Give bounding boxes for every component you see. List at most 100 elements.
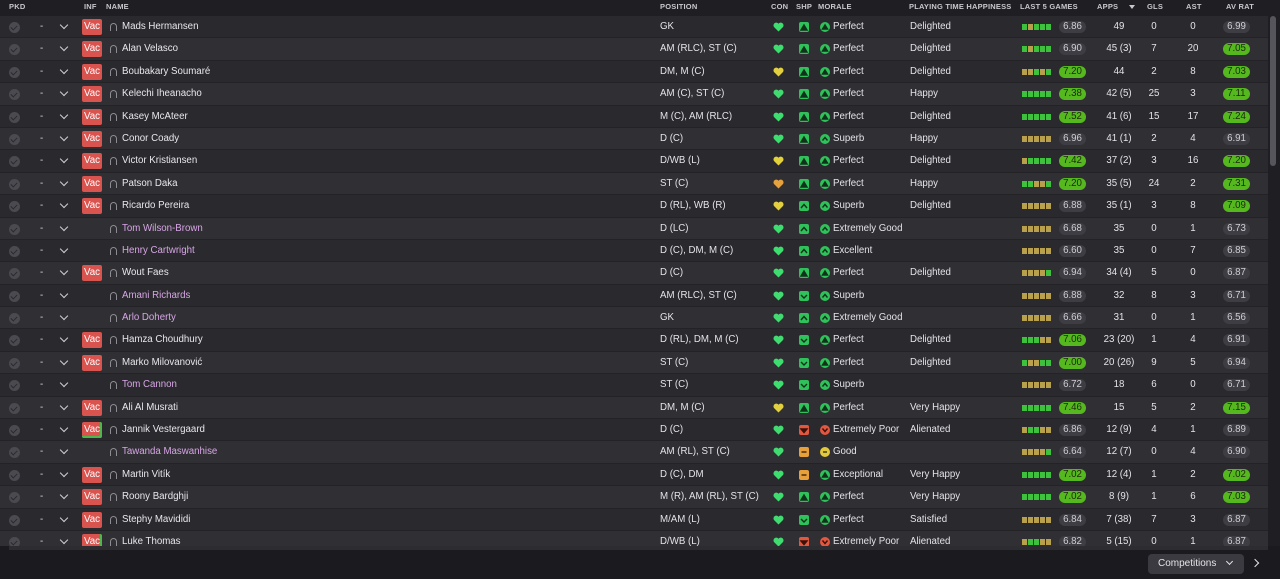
header-avrat[interactable]: AV RAT — [1226, 2, 1254, 11]
table-row[interactable]: - Vac Ricardo Pereira D (RL), WB (R) Superb D… — [0, 195, 1268, 218]
checkmark-icon[interactable] — [9, 156, 20, 168]
player-name[interactable]: Kasey McAteer — [122, 106, 188, 128]
player-name[interactable]: Tom Cannon — [122, 374, 177, 396]
horizontal-scrollbar[interactable] — [9, 546, 1268, 550]
chevron-down-icon[interactable] — [60, 135, 68, 143]
checkmark-icon[interactable] — [9, 201, 20, 213]
checkmark-icon[interactable] — [9, 402, 20, 414]
vertical-scrollbar-thumb[interactable] — [1270, 16, 1276, 166]
checkmark-icon[interactable] — [9, 178, 20, 190]
header-apps[interactable]: APPS — [1097, 2, 1118, 11]
checkmark-icon[interactable] — [9, 380, 20, 392]
table-row[interactable]: - Vac Martin Vitík D (C), DM Exceptional Very… — [0, 463, 1268, 487]
chevron-down-icon[interactable] — [60, 225, 68, 233]
header-gls[interactable]: GLS — [1147, 2, 1163, 11]
table-row[interactable]: - Vac Kelechi Iheanacho AM (C), ST (C) Perfe… — [0, 83, 1268, 106]
table-row[interactable]: - Vac Alan Velasco AM (RLC), ST (C) Perfect D… — [0, 38, 1268, 61]
player-name[interactable]: Mads Hermansen — [122, 16, 198, 38]
checkmark-icon[interactable] — [9, 335, 20, 347]
table-row[interactable]: - Vac Wout Faes D (C) Perfect Delighted 6.94 34… — [0, 262, 1268, 285]
competitions-dropdown[interactable]: Competitions — [1148, 554, 1244, 574]
vacation-badge[interactable]: Vac — [82, 19, 102, 35]
player-name[interactable]: Wout Faes — [122, 262, 169, 284]
table-row[interactable]: - Vac Ali Al Musrati DM, M (C) Perfect Very H… — [0, 396, 1268, 420]
vacation-badge[interactable]: Vac — [82, 41, 102, 58]
table-row[interactable]: - Tawanda Maswanhise AM (RL), ST (C) Good 6.… — [0, 441, 1268, 464]
table-row[interactable]: - Vac Kasey McAteer M (C), AM (RLC) Perfect D… — [0, 105, 1268, 128]
chevron-down-icon[interactable] — [60, 247, 68, 255]
checkmark-icon[interactable] — [9, 223, 20, 235]
player-name[interactable]: Victor Kristiansen — [122, 150, 197, 172]
header-name[interactable]: NAME — [106, 2, 129, 11]
player-name[interactable]: Roony Bardghji — [122, 486, 188, 508]
checkmark-icon[interactable] — [9, 268, 20, 280]
header-con[interactable]: CON — [771, 2, 788, 11]
player-name[interactable]: Kelechi Iheanacho — [122, 83, 202, 105]
chevron-down-icon[interactable] — [60, 426, 68, 434]
vacation-badge[interactable]: Vac — [82, 265, 102, 282]
checkmark-icon[interactable] — [9, 425, 20, 437]
checkmark-icon[interactable] — [9, 290, 20, 302]
vacation-badge[interactable]: Vac — [82, 86, 102, 103]
chevron-down-icon[interactable] — [60, 516, 68, 524]
player-name[interactable]: Arlo Doherty — [122, 307, 176, 329]
table-row[interactable]: - Vac Patson Daka ST (C) Perfect Happy 7.20 35 … — [0, 172, 1268, 196]
table-row[interactable]: - Vac Stephy Mavididi M/AM (L) Perfect Satisf… — [0, 508, 1268, 531]
checkmark-icon[interactable] — [9, 111, 20, 123]
header-last5[interactable]: LAST 5 GAMES — [1020, 2, 1078, 11]
player-name[interactable]: Tom Wilson-Brown — [122, 218, 203, 240]
checkmark-icon[interactable] — [9, 492, 20, 504]
chevron-down-icon[interactable] — [60, 202, 68, 210]
checkmark-icon[interactable] — [9, 44, 20, 56]
checkmark-icon[interactable] — [9, 133, 20, 145]
header-inf[interactable]: INF — [84, 2, 97, 11]
table-row[interactable]: - Henry Cartwright D (C), DM, M (C) Excelle… — [0, 239, 1268, 263]
table-row[interactable]: - Arlo Doherty GK Extremely Good 6.66 31 0 1 6.5… — [0, 307, 1268, 330]
table-row[interactable]: - Tom Cannon ST (C) Superb 6.72 18 6 0 6.71 — [0, 374, 1268, 397]
chevron-down-icon[interactable] — [60, 113, 68, 121]
checkmark-icon[interactable] — [9, 447, 20, 459]
player-name[interactable]: Marko Milovanović — [122, 352, 202, 374]
player-name[interactable]: Martin Vitík — [122, 464, 170, 486]
vacation-badge[interactable]: Vac — [82, 130, 102, 147]
chevron-down-icon[interactable] — [60, 493, 68, 501]
player-name[interactable]: Ricardo Pereira — [122, 195, 189, 217]
header-morale[interactable]: MORALE — [818, 2, 852, 11]
vacation-badge[interactable]: Vac — [82, 399, 102, 416]
player-name[interactable]: Tawanda Maswanhise — [122, 441, 217, 463]
checkmark-icon[interactable] — [9, 22, 20, 33]
chevron-down-icon[interactable] — [60, 471, 68, 479]
checkmark-icon[interactable] — [9, 89, 20, 101]
vacation-badge[interactable]: Vac — [82, 63, 102, 80]
vacation-badge[interactable]: Vac — [82, 175, 102, 192]
vacation-badge[interactable]: Vac — [82, 422, 102, 439]
header-position[interactable]: POSITION — [660, 2, 697, 11]
chevron-down-icon[interactable] — [60, 180, 68, 188]
chevron-down-icon[interactable] — [60, 68, 68, 76]
player-name[interactable]: Ali Al Musrati — [122, 397, 178, 419]
chevron-down-icon[interactable] — [60, 90, 68, 98]
chevron-down-icon[interactable] — [60, 314, 68, 322]
chevron-down-icon[interactable] — [60, 157, 68, 165]
vacation-badge[interactable]: Vac — [82, 354, 102, 371]
chevron-down-icon[interactable] — [60, 404, 68, 412]
table-row[interactable]: - Vac Mads Hermansen GK Perfect Delighted 6.86… — [0, 16, 1268, 39]
player-name[interactable]: Hamza Choudhury — [122, 329, 203, 351]
checkmark-icon[interactable] — [9, 357, 20, 369]
checkmark-icon[interactable] — [9, 245, 20, 257]
player-name[interactable]: Amani Richards — [122, 285, 190, 307]
player-name[interactable]: Alan Velasco — [122, 38, 178, 60]
chevron-down-icon[interactable] — [60, 45, 68, 53]
table-row[interactable]: - Vac Jannik Vestergaard D (C) Extremely Poo… — [0, 419, 1268, 442]
player-name[interactable]: Conor Coady — [122, 128, 179, 150]
player-name[interactable]: Stephy Mavididi — [122, 509, 190, 531]
chevron-down-icon[interactable] — [60, 538, 68, 546]
vacation-badge[interactable]: Vac — [82, 511, 102, 528]
chevron-down-icon[interactable] — [60, 359, 68, 367]
table-row[interactable]: - Tom Wilson-Brown D (LC) Extremely Good 6.6… — [0, 217, 1268, 240]
chevron-down-icon[interactable] — [60, 336, 68, 344]
vacation-badge[interactable]: Vac — [82, 198, 102, 215]
checkmark-icon[interactable] — [9, 514, 20, 526]
header-pkd[interactable]: PKD — [9, 2, 25, 11]
vacation-badge[interactable]: Vac — [82, 489, 102, 506]
